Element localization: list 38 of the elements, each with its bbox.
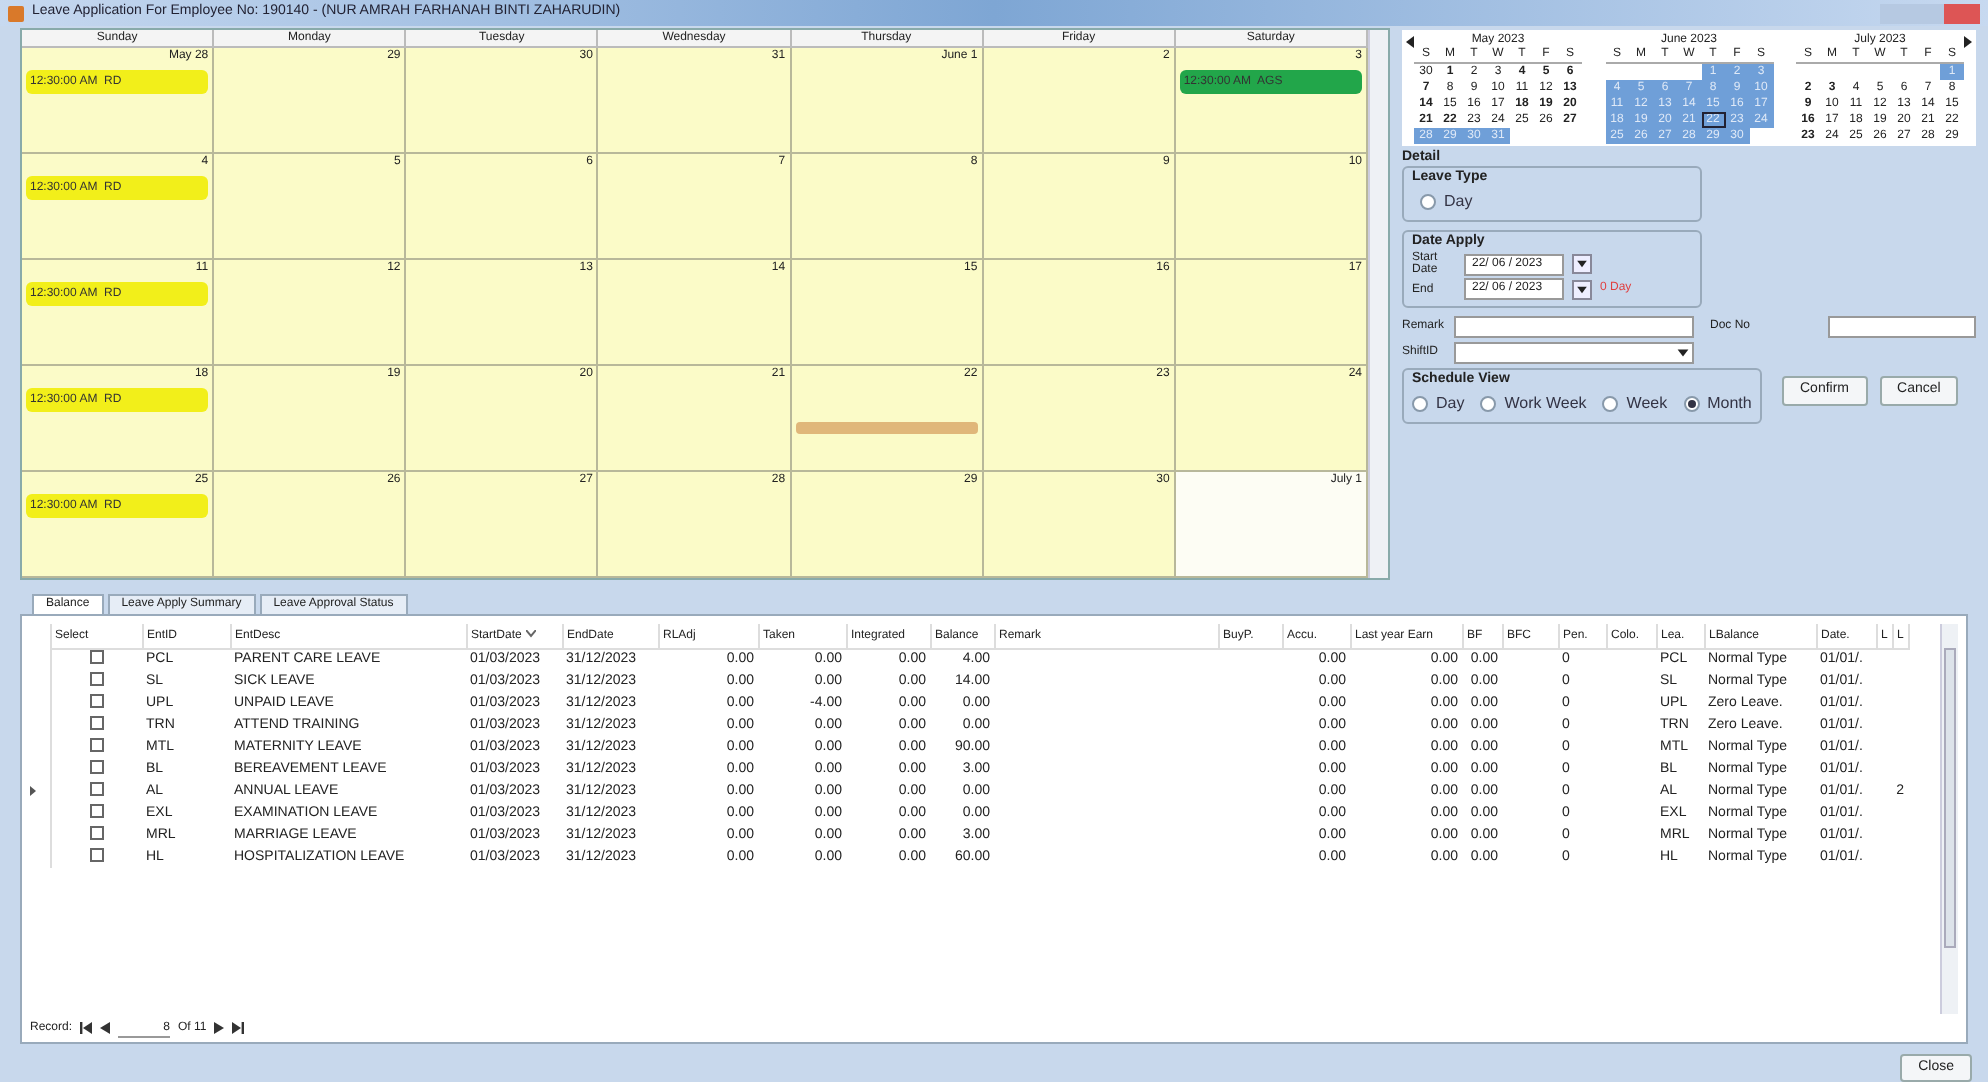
sort-icon [525,630,536,639]
checkbox[interactable] [89,650,104,665]
remark-field[interactable] [1454,316,1694,338]
checkbox[interactable] [89,672,104,687]
app-icon [8,5,24,21]
last-record-icon[interactable] [232,1022,245,1034]
vertical-scrollbar[interactable] [1940,624,1958,1014]
checkbox[interactable] [89,694,104,709]
window-controls-icon[interactable] [1880,3,1980,23]
radio-label: Day [1444,190,1473,214]
doc-no-field[interactable] [1828,316,1976,338]
radio-label: Month [1707,392,1752,416]
checkbox[interactable] [89,716,104,731]
prev-month-icon[interactable] [1406,36,1414,48]
radio-button[interactable] [1412,396,1428,412]
dropdown-icon[interactable] [1572,254,1592,274]
radio-label: Week [1626,392,1668,416]
radio-button[interactable] [1420,194,1436,210]
first-record-icon[interactable] [80,1022,93,1034]
radio-label: Day [1436,392,1465,416]
radio-button[interactable] [1602,396,1619,412]
checkbox[interactable] [89,782,104,797]
checkbox[interactable] [89,804,104,819]
shift-dropdown[interactable] [1454,342,1694,364]
previous-record-icon[interactable] [100,1022,111,1034]
checkbox[interactable] [89,738,104,753]
next-month-icon[interactable] [1964,36,1972,48]
vertical-scrollbar[interactable] [1368,30,1388,578]
radio-button[interactable] [1480,396,1497,412]
dropdown-icon[interactable] [1572,279,1592,299]
checkbox[interactable] [89,826,104,841]
radio-button[interactable] [1683,396,1700,412]
next-record-icon[interactable] [214,1022,225,1034]
checkbox[interactable] [89,760,104,775]
checkbox[interactable] [89,848,104,863]
dropdown-icon [1674,344,1692,362]
radio-label: Work Week [1504,392,1587,416]
scrollbar-thumb[interactable] [1944,648,1956,948]
